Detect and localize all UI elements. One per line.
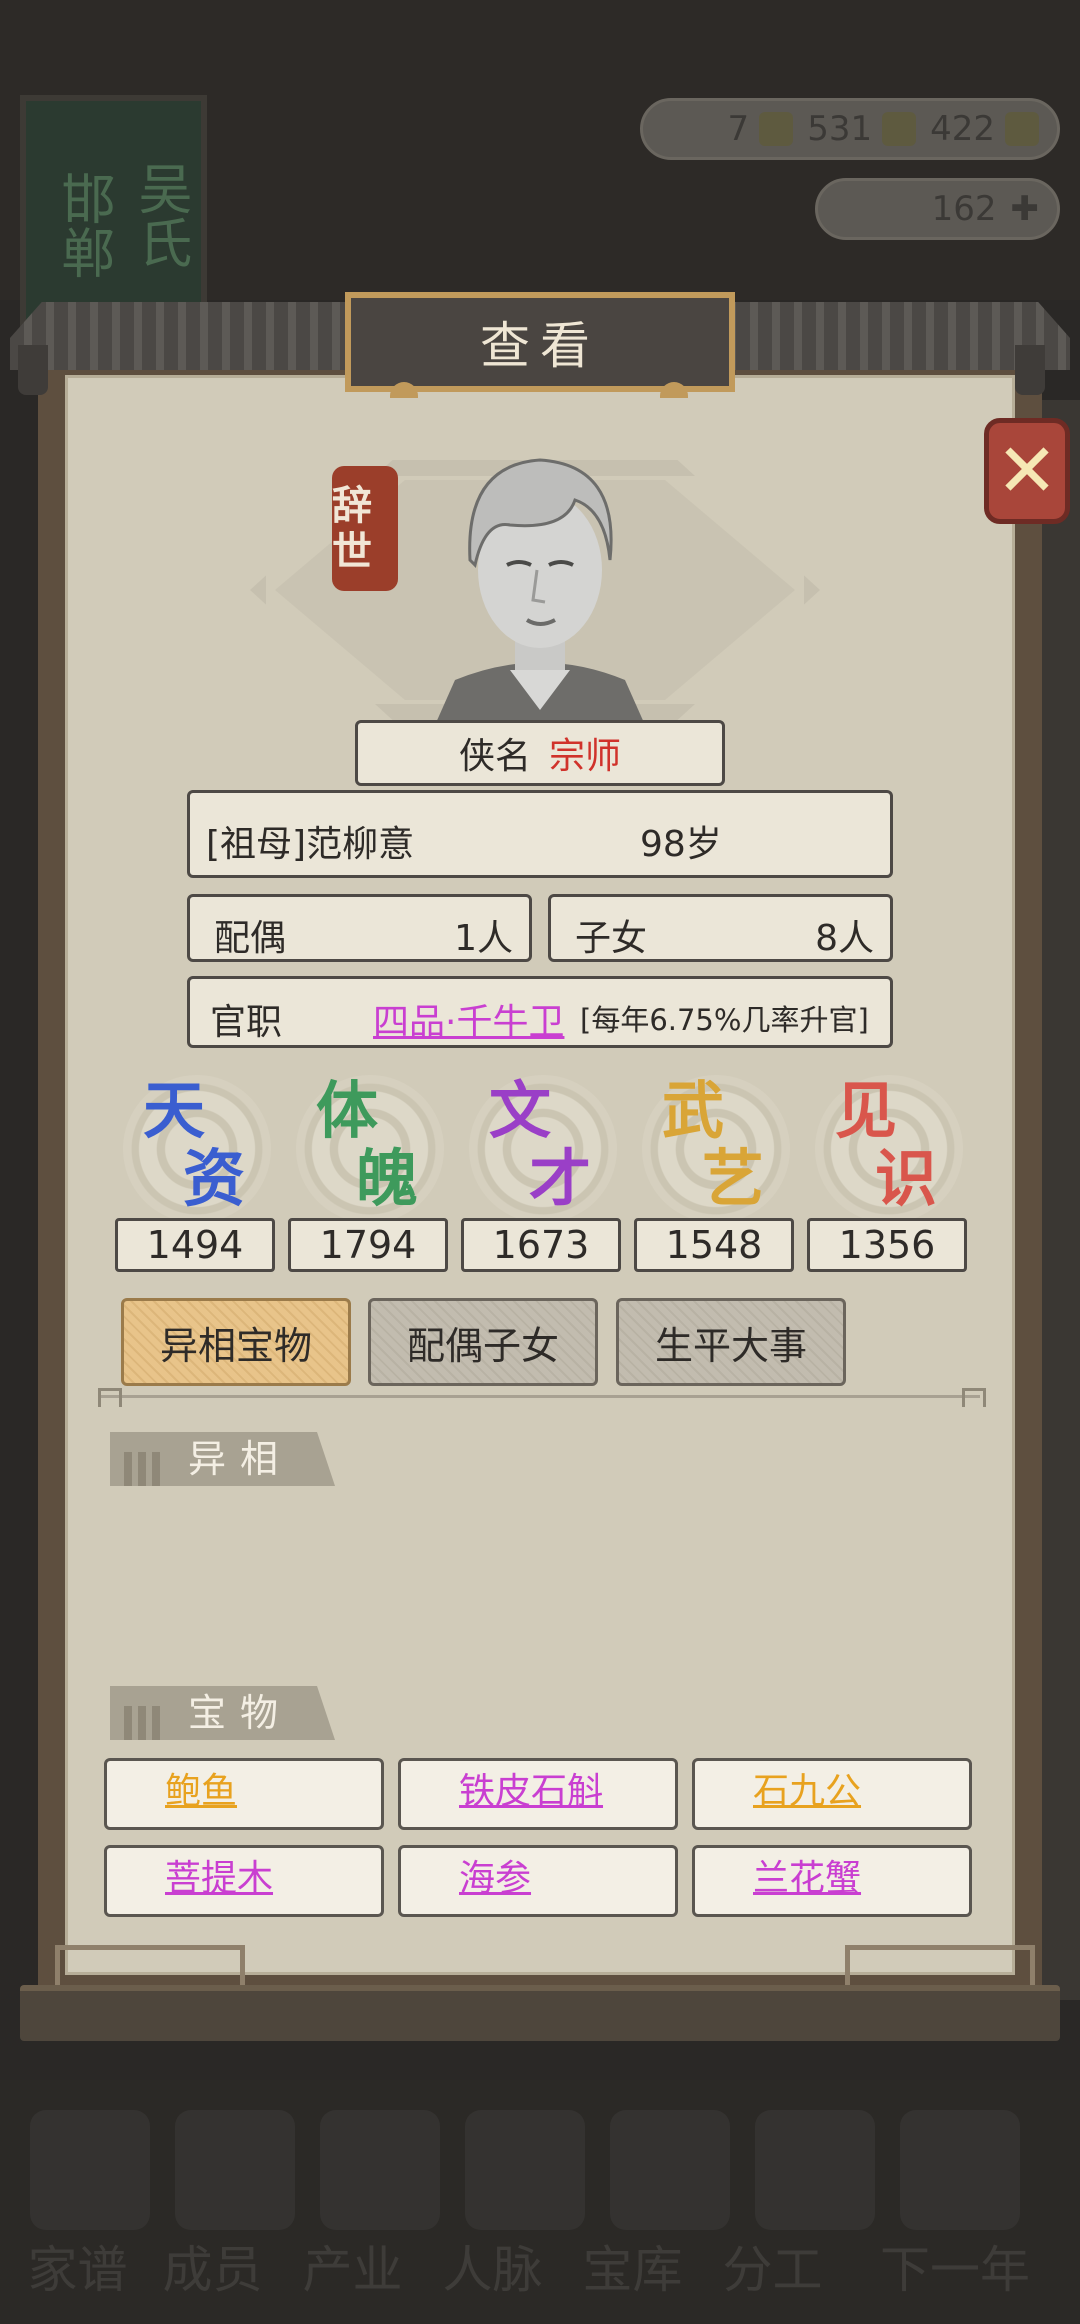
stat-martial: 武艺	[662, 1074, 765, 1215]
children-label: 子女	[575, 918, 648, 959]
close-icon: ✕	[995, 428, 1058, 514]
title-label: 侠名	[458, 736, 531, 777]
divider-end-right	[962, 1388, 986, 1407]
title-value: 宗师	[549, 736, 622, 777]
roof-end-left	[18, 345, 48, 395]
dialog-base	[20, 1985, 1060, 2041]
children-count: 8人	[815, 918, 874, 959]
next-year-nav-icon	[900, 2110, 1020, 2230]
base-rail-right	[845, 1945, 1035, 1990]
name-box: [祖母]范柳意 98岁	[187, 790, 893, 878]
nav-next-year: 下一年	[880, 2241, 1030, 2299]
genealogy-nav-icon	[30, 2110, 150, 2230]
treasury-nav-icon	[610, 2110, 730, 2230]
nav-network: 人脉	[442, 2241, 543, 2299]
title-box: 侠名 宗师	[355, 720, 725, 786]
treasure-item[interactable]: 石九公	[692, 1758, 972, 1830]
treasure-item[interactable]: 菩提木	[104, 1845, 384, 1917]
roof-end-right	[1015, 345, 1045, 395]
stat-talent-value: 1494	[115, 1218, 275, 1272]
close-button[interactable]: ✕	[984, 418, 1070, 524]
tab-traits-treasures[interactable]: 异相宝物	[121, 1298, 351, 1386]
treasure-item[interactable]: 兰花蟹	[692, 1845, 972, 1917]
stat-physique: 体魄	[316, 1074, 419, 1215]
spouse-count: 1人	[454, 918, 513, 959]
character-portrait	[435, 458, 645, 725]
office-note: [每年6.75%几率升官]	[580, 1003, 869, 1037]
stat-literacy: 文才	[489, 1074, 592, 1215]
spouse-label: 配偶	[214, 918, 287, 959]
division-nav-icon	[755, 2110, 875, 2230]
nav-members: 成员	[162, 2241, 263, 2299]
stat-physique-value: 1794	[288, 1218, 448, 1272]
stat-insight: 见识	[835, 1074, 938, 1215]
stat-insight-value: 1356	[807, 1218, 967, 1272]
nav-division: 分工	[722, 2241, 823, 2299]
treasure-item[interactable]: 海参	[398, 1845, 678, 1917]
dialog-title: 查看	[345, 292, 735, 392]
office-box: 官职 四品·千牛卫 [每年6.75%几率升官]	[187, 976, 893, 1048]
character-name: [祖母]范柳意	[206, 824, 415, 865]
treasures-header-ornament	[124, 1706, 166, 1740]
background-side	[1042, 400, 1080, 2000]
resource-food: 162 ✚	[815, 178, 1060, 240]
base-rail-left	[55, 1945, 245, 1990]
children-box: 子女 8人	[548, 894, 893, 962]
tab-spouse-children[interactable]: 配偶子女	[368, 1298, 598, 1386]
divider	[100, 1395, 980, 1398]
office-link[interactable]: 四品·千牛卫	[373, 993, 564, 1045]
stat-literacy-value: 1673	[461, 1218, 621, 1272]
nav-genealogy: 家谱	[27, 2241, 128, 2299]
treasure-item[interactable]: 鲍鱼	[104, 1758, 384, 1830]
network-nav-icon	[465, 2110, 585, 2230]
treasure-item[interactable]: 铁皮石斛	[398, 1758, 678, 1830]
stat-martial-value: 1548	[634, 1218, 794, 1272]
nav-estate: 产业	[302, 2241, 403, 2299]
tab-life-events[interactable]: 生平大事	[616, 1298, 846, 1386]
character-age: 98岁	[640, 824, 722, 865]
stat-talent: 天资	[143, 1074, 246, 1215]
nav-treasury: 宝库	[582, 2241, 683, 2299]
spouse-box: 配偶 1人	[187, 894, 532, 962]
divider-end-left	[98, 1388, 122, 1407]
traits-header-ornament	[124, 1452, 166, 1486]
member-nav-icon	[175, 2110, 295, 2230]
deceased-badge: 辞世	[332, 466, 398, 591]
office-label: 官职	[210, 1002, 283, 1043]
estate-nav-icon	[320, 2110, 440, 2230]
resource-bar: 7 531 422	[640, 98, 1060, 160]
